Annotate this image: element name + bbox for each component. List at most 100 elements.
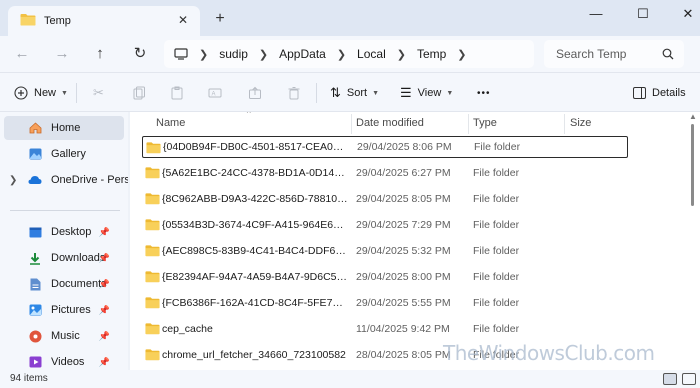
title-bar: Temp ✕ + — ☐ ✕ (0, 0, 700, 36)
more-options-button[interactable]: ••• (477, 83, 491, 103)
rename-button[interactable]: A (208, 83, 222, 103)
sidebar-item-label: Pictures (51, 304, 91, 316)
pin-icon[interactable]: 📌 (99, 357, 110, 368)
up-button[interactable]: ↑ (90, 44, 110, 64)
address-box[interactable]: ❯ sudip ❯ AppData ❯ Local ❯ Temp ❯ (164, 40, 534, 68)
paste-button[interactable] (170, 83, 184, 103)
copy-icon (132, 86, 146, 100)
chevron-right-icon: ❯ (457, 48, 467, 61)
sidebar-divider (10, 210, 120, 211)
column-divider[interactable] (564, 114, 565, 134)
new-button[interactable]: New ▼ (14, 83, 68, 103)
pin-icon[interactable]: 📌 (99, 331, 110, 342)
large-icons-view-button[interactable] (682, 373, 696, 385)
watermark: TheWindowsClub.com (443, 341, 655, 365)
toolbar-divider (76, 83, 77, 103)
sidebar-item-downloads[interactable]: Downloads 📌 (4, 246, 124, 270)
sidebar-item-desktop[interactable]: Desktop 📌 (4, 220, 124, 244)
cloud-icon (28, 175, 42, 185)
desktop-icon (28, 227, 42, 238)
file-name: chrome_url_fetcher_34660_723100582 (162, 349, 346, 361)
pin-icon[interactable]: 📌 (99, 253, 110, 264)
sidebar-item-documents[interactable]: Documents 📌 (4, 272, 124, 296)
maximize-button[interactable]: ☐ (631, 6, 655, 22)
breadcrumb-temp[interactable]: Temp (417, 47, 446, 61)
chevron-right-icon: ❯ (396, 48, 406, 61)
file-date-modified: 11/04/2025 9:42 PM (356, 323, 450, 335)
file-type: File folder (473, 245, 520, 257)
sidebar-item-home[interactable]: Home (4, 116, 124, 140)
file-date-modified: 29/04/2025 5:32 PM (356, 245, 451, 257)
close-window-button[interactable]: ✕ (676, 6, 700, 22)
chevron-right-icon: ❯ (258, 48, 269, 61)
table-row[interactable]: {FCB6386F-162A-41CD-8C4F-5FE7143171... 29… (142, 292, 628, 314)
file-type: File folder (474, 141, 521, 153)
pin-icon[interactable]: 📌 (99, 227, 110, 238)
table-row[interactable]: {E82394AF-94A7-4A59-B4A7-9D6C5C138... 29/… (142, 266, 628, 288)
sidebar-item-label: Desktop (51, 226, 92, 238)
documents-icon (28, 278, 42, 291)
file-type: File folder (473, 219, 520, 231)
table-row[interactable]: cep_cache 11/04/2025 9:42 PM File folder (142, 318, 628, 340)
details-button[interactable]: Details (633, 83, 686, 103)
tab-close-icon[interactable]: ✕ (176, 13, 190, 27)
scroll-up-arrow-icon[interactable]: ▲ (689, 112, 697, 121)
file-name: {8C962ABB-D9A3-422C-856D-788107700... (162, 193, 348, 205)
delete-button[interactable] (287, 83, 301, 103)
view-label: View (417, 87, 442, 99)
back-button[interactable]: ← (12, 44, 32, 64)
details-view-button[interactable] (663, 373, 677, 385)
vertical-scrollbar-thumb[interactable] (691, 124, 694, 206)
folder-icon (145, 244, 160, 260)
minimize-button[interactable]: — (584, 6, 608, 22)
videos-icon (28, 356, 42, 368)
breadcrumb-appdata[interactable]: AppData (279, 47, 326, 61)
column-divider[interactable] (468, 114, 469, 134)
view-button[interactable]: ☰ View ▼ (400, 83, 453, 103)
new-tab-button[interactable]: + (212, 11, 228, 27)
sidebar-item-videos[interactable]: Videos 📌 (4, 350, 124, 370)
column-header-date-modified[interactable]: Date modified (356, 112, 424, 134)
sidebar-item-pictures[interactable]: Pictures 📌 (4, 298, 124, 322)
file-type: File folder (473, 297, 520, 309)
refresh-button[interactable]: ↻ (130, 44, 150, 64)
sidebar-item-gallery[interactable]: Gallery (4, 142, 124, 166)
gallery-icon (28, 148, 42, 160)
scissors-icon: ✂ (93, 85, 104, 100)
file-date-modified: 29/04/2025 5:55 PM (356, 297, 451, 309)
share-button[interactable] (248, 83, 262, 103)
forward-button[interactable]: → (52, 44, 72, 64)
pin-icon[interactable]: 📌 (99, 279, 110, 290)
breadcrumb-local[interactable]: Local (357, 47, 386, 61)
file-type: File folder (473, 167, 520, 179)
table-row[interactable]: {AEC898C5-83B9-4C41-B4C4-DDF6206F7... 29/… (142, 240, 628, 262)
sort-button[interactable]: ⇅ Sort ▼ (330, 83, 379, 103)
search-input[interactable]: Search Temp (544, 40, 684, 68)
tab-temp[interactable]: Temp ✕ (8, 6, 200, 36)
file-date-modified: 29/04/2025 7:29 PM (356, 219, 451, 231)
column-header-type[interactable]: Type (473, 112, 497, 134)
cut-button[interactable]: ✂ (93, 83, 104, 103)
column-header-size[interactable]: Size (570, 112, 591, 134)
breadcrumb-sudip[interactable]: sudip (219, 47, 248, 61)
column-header-name[interactable]: Name (156, 112, 185, 134)
folder-icon (145, 322, 160, 338)
item-count: 94 items (10, 373, 48, 384)
table-row[interactable]: {05534B3D-3674-4C9F-A415-964E6F0E1E... 29… (142, 214, 628, 236)
sort-ascending-icon: ⌃ (245, 112, 253, 119)
plus-circle-icon (14, 86, 28, 100)
table-row[interactable]: {8C962ABB-D9A3-422C-856D-788107700... 29/… (142, 188, 628, 210)
rename-icon: A (208, 86, 222, 100)
file-name: {AEC898C5-83B9-4C41-B4C4-DDF6206F7... (162, 245, 348, 257)
file-name: {04D0B94F-DB0C-4501-8517-CEA0858792... (163, 141, 349, 153)
pin-icon[interactable]: 📌 (99, 305, 110, 316)
sort-icon: ⇅ (330, 85, 341, 100)
table-row[interactable]: {5A62E1BC-24CC-4378-BD1A-0D1423560... 29/… (142, 162, 628, 184)
sidebar-item-onedrive[interactable]: OneDrive - Personal (4, 168, 128, 192)
chevron-down-icon: ▼ (446, 89, 454, 97)
folder-icon (145, 296, 160, 312)
table-row[interactable]: {04D0B94F-DB0C-4501-8517-CEA0858792... 29… (142, 136, 628, 158)
column-divider[interactable] (351, 114, 352, 134)
sidebar-item-music[interactable]: Music 📌 (4, 324, 124, 348)
copy-button[interactable] (132, 83, 146, 103)
